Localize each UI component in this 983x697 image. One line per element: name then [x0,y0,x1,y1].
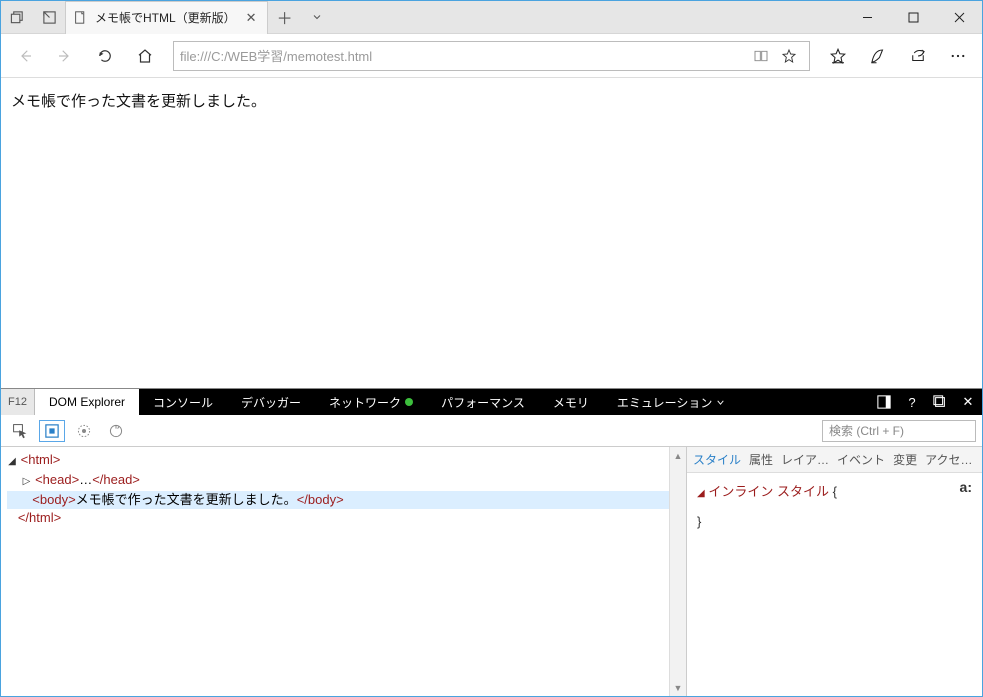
devtools-dock-icon[interactable] [870,389,898,415]
styles-tab-attr[interactable]: 属性 [749,451,773,468]
devtools-tab-network[interactable]: ネットワーク [315,389,427,415]
home-button[interactable] [127,38,163,74]
url-box[interactable] [173,41,810,71]
titlebar: メモ帳でHTML（更新版） ✕ ＋ [1,1,982,34]
devtools-help-icon[interactable]: ? [898,389,926,415]
devtools-body: ◢ <html> ▷ <head>…</head> <body>メモ帳で作った文… [1,447,982,696]
new-tab-button[interactable]: ＋ [268,5,302,29]
browser-tab[interactable]: メモ帳でHTML（更新版） ✕ [65,1,268,34]
devtools-toolbar: 検索 (Ctrl + F) [1,415,982,447]
dom-tree[interactable]: ◢ <html> ▷ <head>…</head> <body>メモ帳で作った文… [1,447,669,696]
devtools-tab-performance[interactable]: パフォーマンス [427,389,539,415]
devtools-close-icon[interactable]: ✕ [954,389,982,415]
styles-tab-layout[interactable]: レイア… [781,451,829,468]
color-picker-icon[interactable] [71,420,97,442]
devtools-tab-emulation[interactable]: エミュレーション [603,389,740,415]
page-icon [74,11,87,24]
chevron-down-icon [716,398,725,407]
devtools-tab-dom[interactable]: DOM Explorer [35,389,139,415]
window-controls [844,1,982,33]
maximize-button[interactable] [890,1,936,33]
tab-actions-chevron-icon[interactable] [302,11,332,23]
scroll-down-icon[interactable]: ▼ [670,679,686,696]
devtools-panel: F12 DOM Explorer コンソール デバッガー ネットワーク パフォー… [1,388,982,696]
inline-style-label: インライン スタイル [708,484,829,499]
styles-tabs: スタイル 属性 レイア… イベント 変更 アクセ… [687,447,982,473]
show-set-aside-icon[interactable] [33,10,65,25]
devtools-tab-debugger[interactable]: デバッガー [227,389,315,415]
devtools-tab-memory[interactable]: メモリ [539,389,603,415]
tab-title: メモ帳でHTML（更新版） [95,9,236,26]
page-body-text: メモ帳で作った文書を更新しました。 [11,93,266,110]
titlebar-left: メモ帳でHTML（更新版） ✕ ＋ [1,1,332,33]
minimize-button[interactable] [844,1,890,33]
share-icon[interactable] [900,38,936,74]
scroll-up-icon[interactable]: ▲ [670,447,686,464]
notes-icon[interactable] [860,38,896,74]
devtools-unpin-icon[interactable] [926,389,954,415]
page-content: メモ帳で作った文書を更新しました。 [1,78,982,388]
dom-head-open[interactable]: <head> [35,472,79,487]
browser-window: メモ帳でHTML（更新版） ✕ ＋ メモ [0,0,983,697]
forward-button[interactable] [47,38,83,74]
address-bar [1,34,982,78]
f12-label: F12 [1,389,35,415]
titlebar-spacer [332,1,844,33]
styles-tab-change[interactable]: 変更 [893,451,917,468]
devtools-tabbar: F12 DOM Explorer コンソール デバッガー ネットワーク パフォー… [1,389,982,415]
more-icon[interactable] [940,38,976,74]
close-window-button[interactable] [936,1,982,33]
styles-tab-event[interactable]: イベント [837,451,885,468]
url-input[interactable] [180,48,747,63]
styles-body[interactable]: a: ◢ インライン スタイル { } [687,473,982,696]
favorite-star-icon[interactable] [775,48,803,64]
set-aside-tabs-icon[interactable] [1,10,33,25]
dom-html-close: </html> [18,510,61,525]
refresh-button[interactable] [87,38,123,74]
highlight-element-icon[interactable] [39,420,65,442]
reading-view-icon[interactable] [747,48,775,64]
tab-close-icon[interactable]: ✕ [244,10,259,26]
styles-tab-access[interactable]: アクセ… [925,451,972,468]
record-indicator-icon [405,398,413,406]
select-element-icon[interactable] [7,420,33,442]
back-button[interactable] [7,38,43,74]
pseudo-state-icon[interactable]: a: [960,479,972,495]
devtools-tab-console[interactable]: コンソール [139,389,227,415]
hub-favorites-icon[interactable] [820,38,856,74]
dom-html-open[interactable]: <html> [21,452,61,467]
dom-scrollbar[interactable]: ▲ ▼ [669,447,686,696]
close-brace: } [697,514,701,529]
styles-tab-style[interactable]: スタイル [693,451,741,468]
dom-body-line[interactable]: <body>メモ帳で作った文書を更新しました。</body> [7,491,669,509]
styles-panel: スタイル 属性 レイア… イベント 変更 アクセ… a: ◢ インライン スタイ… [686,447,982,696]
devtools-search-input[interactable]: 検索 (Ctrl + F) [822,420,976,442]
accessibility-tree-icon[interactable] [103,420,129,442]
